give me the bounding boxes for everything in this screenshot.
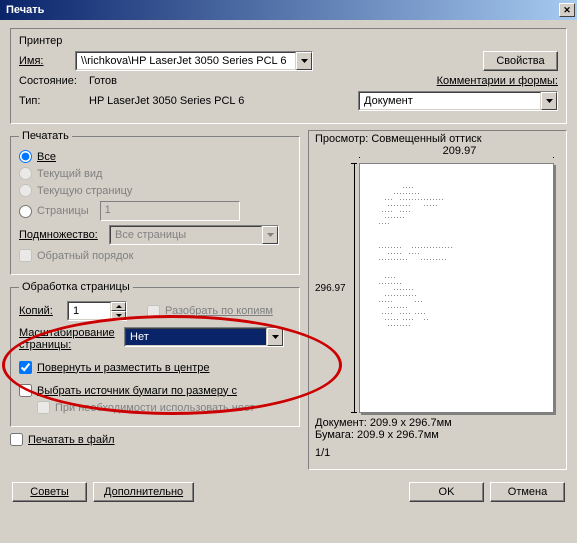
page-counter: 1/1: [315, 447, 560, 459]
preview-thumbnail: .... ......... ... ............... .....…: [378, 184, 453, 328]
radio-all[interactable]: Все: [19, 150, 291, 163]
radio-current-view: Текущий вид: [19, 167, 291, 180]
print-range-legend: Печатать: [19, 130, 72, 142]
type-value: HP LaserJet 3050 Series PCL 6: [89, 95, 244, 107]
printer-section-label: Принтер: [19, 35, 62, 47]
printer-name-label: Имя:: [19, 55, 75, 67]
properties-button[interactable]: Свойства: [483, 51, 558, 71]
print-range-group: Печатать Все Текущий вид Текущую страниц…: [10, 130, 300, 275]
advanced-button[interactable]: Дополнительно: [93, 482, 194, 502]
spin-up-icon[interactable]: [111, 302, 126, 311]
radio-current-page: Текущую страницу: [19, 184, 291, 197]
copies-input[interactable]: [68, 302, 111, 320]
page-handling-group: Обработка страницы Копий: Разобрать по к…: [10, 281, 300, 427]
subset-combo: Все страницы: [109, 225, 279, 245]
scale-label: Масштабирование страницы:: [19, 327, 124, 351]
titlebar: Печать ✕: [0, 0, 577, 20]
type-label: Тип:: [19, 95, 89, 107]
printer-name-combo[interactable]: \\richkova\HP LaserJet 3050 Series PCL 6: [75, 51, 313, 71]
collate-check: Разобрать по копиям: [147, 305, 273, 318]
tips-button[interactable]: Советы: [12, 482, 87, 502]
preview-label: Просмотр: Совмещенный оттиск: [315, 133, 560, 145]
printer-group: Принтер Имя: \\richkova\HP LaserJet 3050…: [10, 28, 567, 124]
print-to-file-check[interactable]: Печатать в файл: [10, 433, 300, 446]
chevron-down-icon[interactable]: [296, 52, 312, 70]
comments-combo[interactable]: Документ: [358, 91, 558, 111]
spin-down-icon[interactable]: [111, 311, 126, 320]
window-title: Печать: [6, 4, 559, 16]
reverse-check: Обратный порядок: [19, 249, 291, 262]
state-label: Состояние:: [19, 75, 89, 87]
custom-paper-check: При необходимости использовать нест: [37, 401, 291, 414]
ok-button[interactable]: OK: [409, 482, 484, 502]
cancel-button[interactable]: Отмена: [490, 482, 565, 502]
chevron-down-icon: [262, 226, 278, 244]
copies-spinner[interactable]: [67, 301, 127, 321]
state-value: Готов: [89, 75, 117, 87]
scale-value: Нет: [125, 328, 267, 346]
radio-all-input[interactable]: [19, 150, 32, 163]
rotate-check[interactable]: Повернуть и разместить в центре: [19, 361, 291, 374]
chevron-down-icon[interactable]: [541, 92, 557, 110]
preview-page: .... ......... ... ............... .....…: [359, 163, 554, 413]
preview-height: 296.97: [315, 283, 346, 294]
printer-name-value: \\richkova\HP LaserJet 3050 Series PCL 6: [76, 52, 296, 70]
paper-source-check[interactable]: Выбрать источник бумаги по размеру с: [19, 384, 291, 397]
pages-input: 1: [100, 201, 240, 221]
comments-value: Документ: [359, 92, 541, 110]
preview-width: 209.97: [437, 145, 483, 157]
comments-label: Комментарии и формы:: [437, 75, 558, 87]
page-handling-legend: Обработка страницы: [19, 281, 133, 293]
radio-pages[interactable]: Страницы 1: [19, 201, 291, 221]
close-button[interactable]: ✕: [559, 3, 575, 17]
ruler-left: 296.97: [315, 163, 359, 413]
paper-dim: Бумага: 209.9 x 296.7мм: [315, 429, 560, 441]
preview-group: Просмотр: Совмещенный оттиск 209.97 296.…: [308, 130, 567, 470]
copies-label: Копий:: [19, 305, 67, 317]
scale-combo[interactable]: Нет: [124, 327, 284, 347]
doc-dim: Документ: 209.9 x 296.7мм: [315, 417, 560, 429]
subset-label: Подмножество:: [19, 229, 109, 241]
chevron-down-icon[interactable]: [267, 328, 283, 346]
